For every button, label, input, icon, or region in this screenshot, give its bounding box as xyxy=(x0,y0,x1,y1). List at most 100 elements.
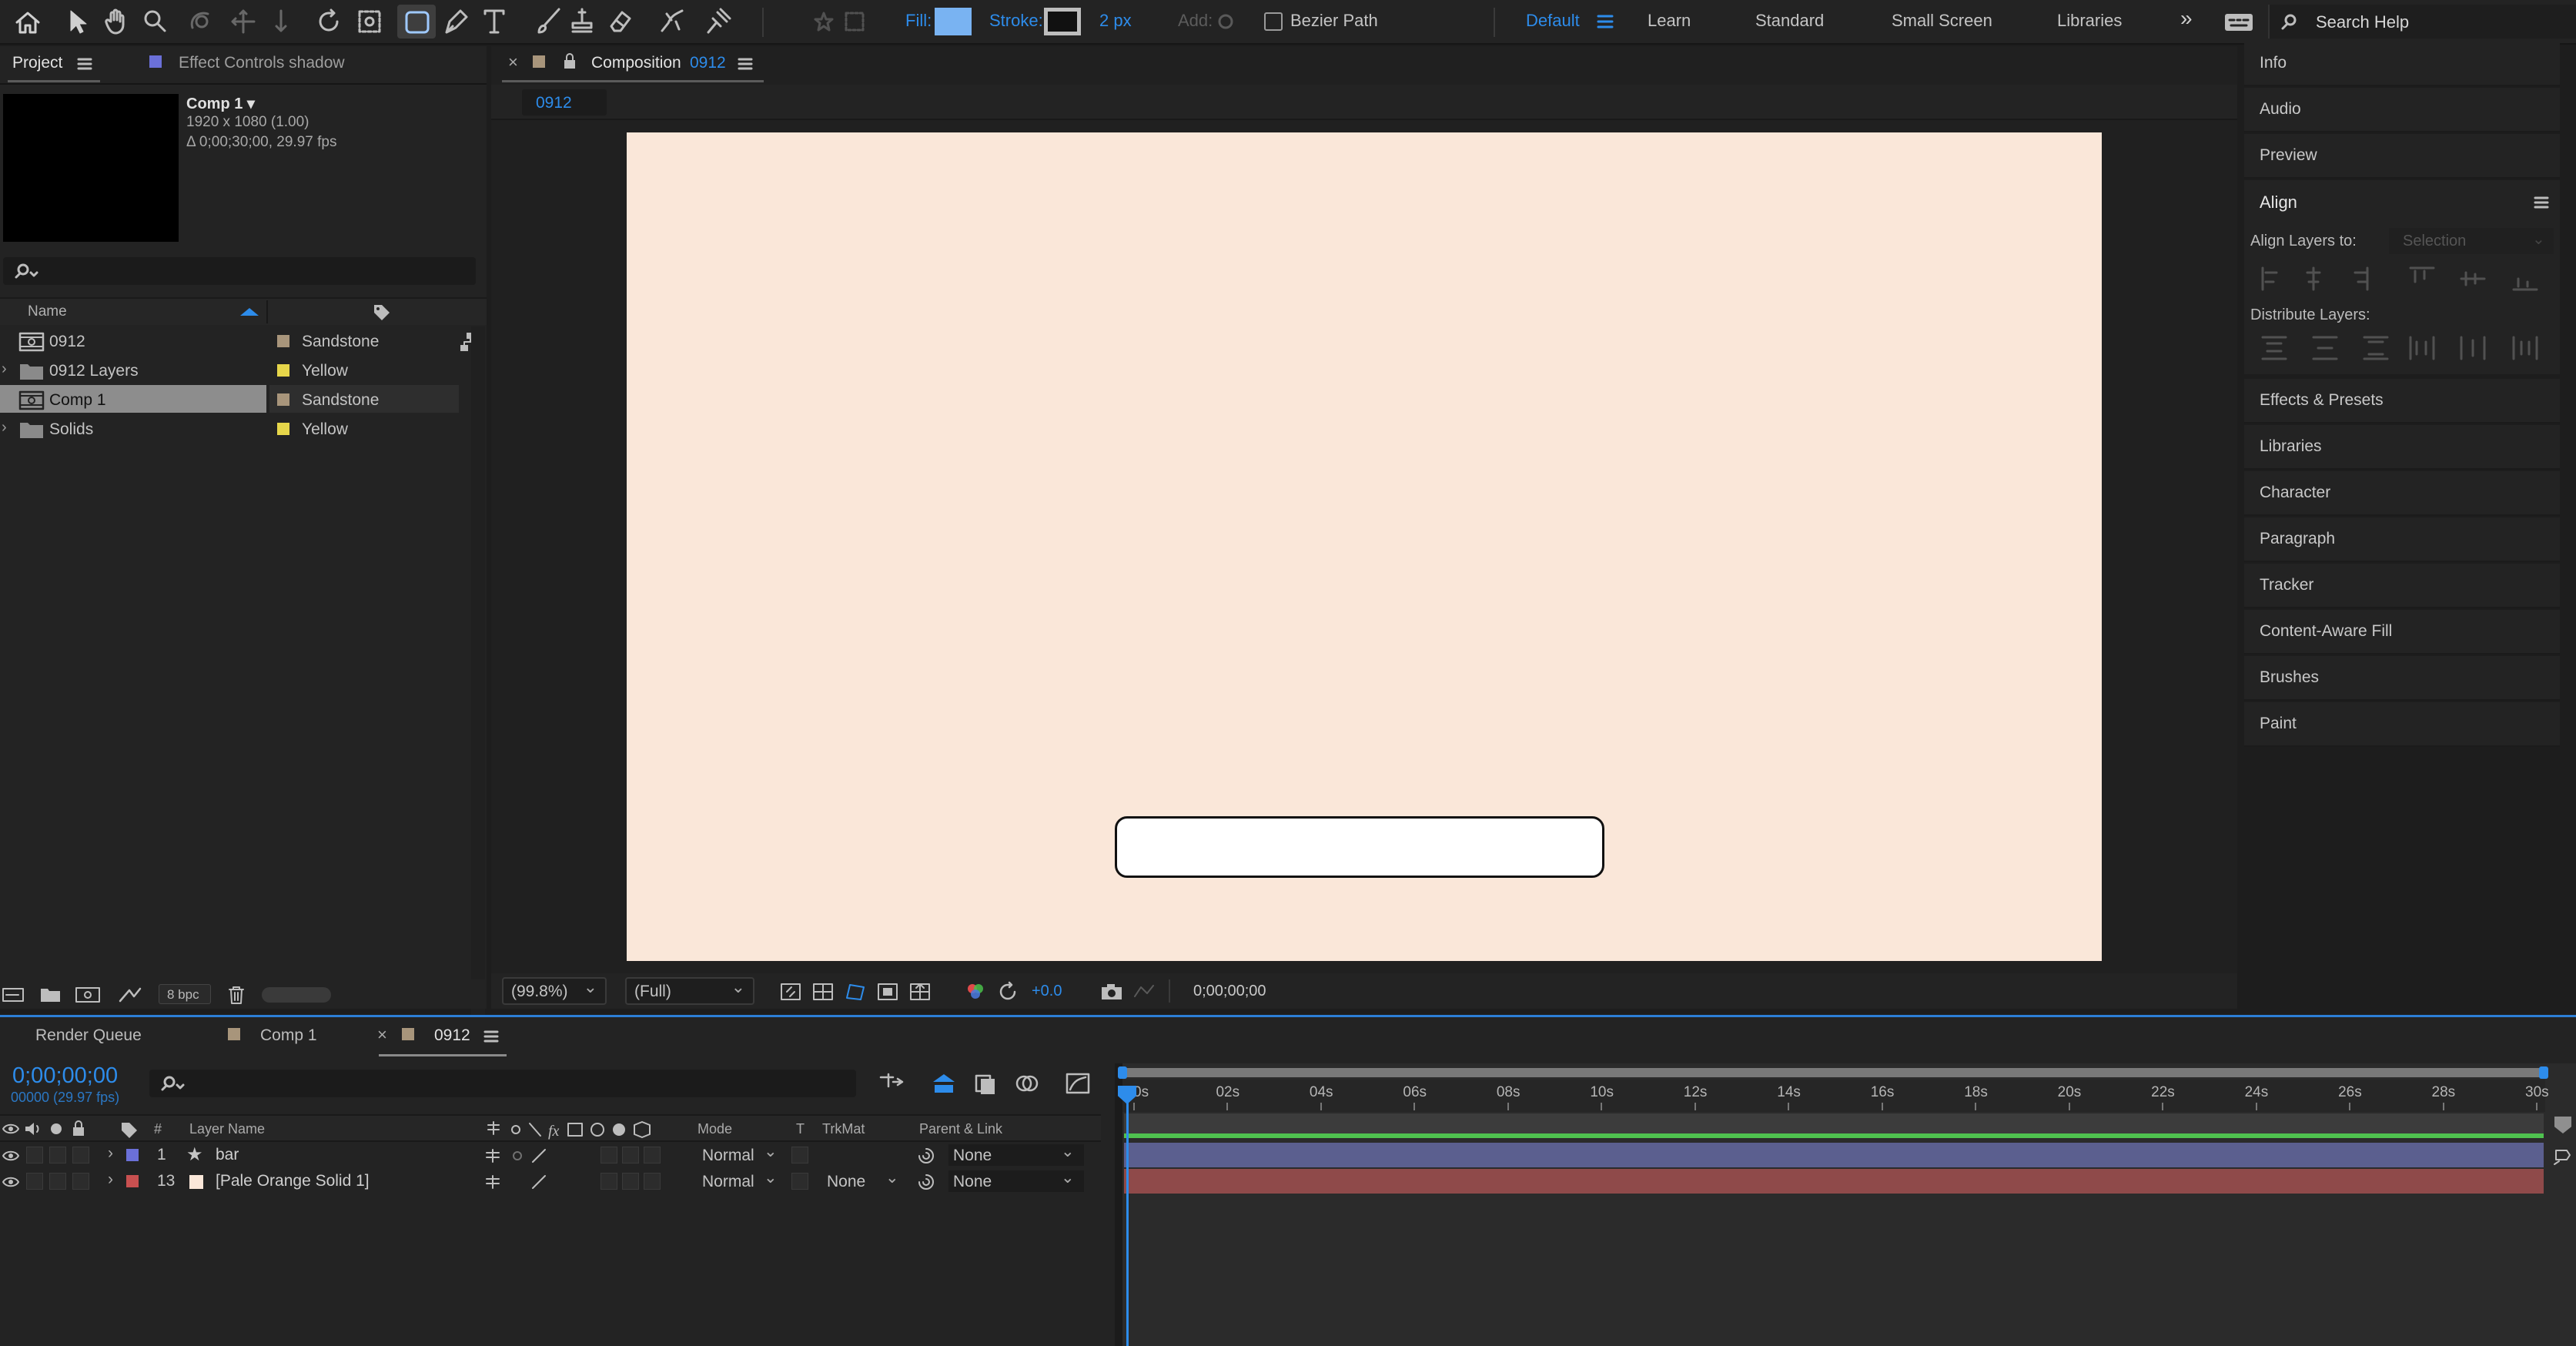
composition-panel-menu-icon[interactable] xyxy=(738,57,753,71)
puppet-pin-tool-icon[interactable] xyxy=(704,6,731,35)
composition-tab-prefix[interactable]: Composition xyxy=(591,54,681,72)
effect-switch[interactable] xyxy=(601,1173,617,1190)
workspace-small-screen[interactable]: Small Screen xyxy=(1892,11,1992,31)
column-layer-name-header[interactable]: Layer Name xyxy=(189,1121,265,1137)
video-eye-icon[interactable] xyxy=(2,1121,20,1137)
draft-3d-icon[interactable] xyxy=(930,1071,958,1096)
selection-tool-icon[interactable] xyxy=(66,8,89,35)
column-mode-header[interactable]: Mode xyxy=(698,1121,732,1137)
panel-content-aware-fill[interactable]: Content-Aware Fill xyxy=(2244,610,2560,655)
work-area-end-handle[interactable] xyxy=(2539,1066,2548,1079)
label-tag-icon[interactable] xyxy=(119,1120,140,1140)
project-panel-menu-icon[interactable] xyxy=(77,57,92,71)
fill-label[interactable]: Fill: xyxy=(905,11,932,31)
panel-preview[interactable]: Preview xyxy=(2244,134,2560,179)
breadcrumb-item[interactable]: 0912 xyxy=(522,89,607,116)
project-item-comp-1[interactable]: Comp 1 Sandstone xyxy=(0,385,485,414)
panel-audio[interactable]: Audio xyxy=(2244,88,2560,132)
expand-arrow-icon[interactable]: › xyxy=(108,1144,113,1163)
lock-toggle[interactable] xyxy=(72,1173,89,1190)
close-tab-icon[interactable]: × xyxy=(508,52,518,72)
eraser-tool-icon[interactable] xyxy=(607,6,634,35)
parent-link-dropdown[interactable]: None ⌄ xyxy=(948,1169,1084,1192)
mask-visibility-icon[interactable] xyxy=(844,981,867,1003)
bar-shape-layer[interactable] xyxy=(1115,816,1604,878)
distribute-buttons-row[interactable] xyxy=(2260,333,2552,363)
audio-toggle[interactable] xyxy=(26,1173,43,1190)
time-ruler[interactable] xyxy=(1122,1080,2545,1112)
transparency-grid-icon[interactable] xyxy=(811,981,835,1003)
stroke-label[interactable]: Stroke: xyxy=(989,11,1043,31)
preserve-transparency-toggle[interactable] xyxy=(791,1173,808,1190)
comp-marker-bin-icon[interactable] xyxy=(2551,1143,2574,1166)
tab-0912[interactable]: 0912 xyxy=(434,1026,470,1045)
pen-tool-icon[interactable] xyxy=(442,6,470,35)
column-parent-header[interactable]: Parent & Link xyxy=(919,1121,1002,1137)
project-search-input[interactable] xyxy=(3,257,476,285)
workspace-learn[interactable]: Learn xyxy=(1648,11,1691,31)
region-of-interest-icon[interactable] xyxy=(876,981,899,1003)
project-item-0912[interactable]: 0912 Sandstone xyxy=(0,326,485,356)
close-tab-icon[interactable]: × xyxy=(377,1025,387,1045)
work-area-bar[interactable] xyxy=(1118,1068,2547,1077)
project-item-0912-layers[interactable]: › 0912 Layers Yellow xyxy=(0,356,485,385)
frame-blending-icon[interactable] xyxy=(1013,1071,1041,1096)
label-tag-icon[interactable] xyxy=(371,302,393,322)
magnification-dropdown[interactable]: (99.8%) xyxy=(502,977,607,1005)
grid-guides-icon[interactable] xyxy=(908,981,932,1003)
timeline-current-time[interactable]: 0;00;00;00 xyxy=(12,1063,118,1089)
color-channels-icon[interactable] xyxy=(964,981,987,1003)
panel-info[interactable]: Info xyxy=(2244,42,2560,86)
panel-character[interactable]: Character xyxy=(2244,471,2560,516)
current-time-display[interactable]: 0;00;00;00 xyxy=(1193,983,1266,1000)
layer-label-swatch[interactable] xyxy=(126,1175,139,1187)
orbit-camera-icon[interactable] xyxy=(188,8,216,35)
column-trkmat-header[interactable]: TrkMat xyxy=(822,1121,865,1137)
quality-switch-icon[interactable] xyxy=(530,1173,548,1191)
work-area-start-handle[interactable] xyxy=(1118,1066,1127,1079)
solo-dot-icon[interactable] xyxy=(51,1123,62,1134)
expand-arrow-icon[interactable]: › xyxy=(2,360,7,378)
label-color-swatch[interactable] xyxy=(277,364,289,377)
collapse-switch-icon[interactable] xyxy=(508,1147,527,1165)
timeline-divider[interactable] xyxy=(1115,1063,1122,1346)
tab-comp-1[interactable]: Comp 1 xyxy=(260,1026,317,1045)
project-settings-icon[interactable] xyxy=(117,984,145,1006)
fast-previews-icon[interactable] xyxy=(779,981,802,1003)
stroke-width-value[interactable]: 2 px xyxy=(1099,11,1132,31)
composition-tab-name[interactable]: 0912 xyxy=(690,54,726,72)
quality-switch-icon[interactable] xyxy=(530,1147,548,1165)
layer-row-pale-orange-solid[interactable]: › 13 [Pale Orange Solid 1] Normal ⌄ None ⌄… xyxy=(0,1168,1112,1194)
project-preview-name[interactable]: Comp 1 ▾ xyxy=(186,94,255,113)
parent-link-dropdown[interactable]: None ⌄ xyxy=(948,1143,1084,1166)
tab-project[interactable]: Project xyxy=(12,54,62,72)
panel-effects-presets[interactable]: Effects & Presets xyxy=(2244,379,2560,424)
timeline-panel-menu-icon[interactable] xyxy=(483,1030,499,1043)
align-title[interactable]: Align xyxy=(2260,193,2297,213)
layer-bar-pale-orange-solid[interactable] xyxy=(1124,1169,2544,1194)
panel-paragraph[interactable]: Paragraph xyxy=(2244,517,2560,562)
clone-stamp-tool-icon[interactable] xyxy=(568,6,596,35)
label-color-swatch[interactable] xyxy=(277,393,289,406)
fill-color-swatch[interactable] xyxy=(935,8,972,35)
lock-icon[interactable] xyxy=(71,1120,86,1138)
expand-arrow-icon[interactable]: › xyxy=(108,1170,113,1189)
brush-tool-icon[interactable] xyxy=(534,6,562,35)
interpret-footage-icon[interactable] xyxy=(2,986,26,1004)
layer-mode-dropdown[interactable]: Normal ⌄ xyxy=(698,1143,781,1166)
adjustment-switch[interactable] xyxy=(644,1147,661,1164)
home-icon[interactable] xyxy=(14,9,42,35)
new-composition-icon[interactable] xyxy=(74,986,102,1004)
trkmat-dropdown[interactable]: None ⌄ xyxy=(822,1169,904,1192)
motion-blur-icon[interactable] xyxy=(1064,1071,1092,1096)
bezier-path-checkbox[interactable] xyxy=(1264,12,1283,31)
solo-toggle[interactable] xyxy=(49,1173,66,1190)
project-scrollbar[interactable] xyxy=(471,326,485,1020)
search-help-box[interactable]: Search Help xyxy=(2268,5,2576,39)
solo-toggle[interactable] xyxy=(49,1147,66,1164)
layer-name[interactable]: [Pale Orange Solid 1] xyxy=(216,1172,370,1190)
show-snapshot-icon[interactable] xyxy=(1132,981,1156,1003)
layer-mode-dropdown[interactable]: Normal ⌄ xyxy=(698,1169,781,1192)
panel-paint[interactable]: Paint xyxy=(2244,702,2560,747)
video-eye-icon[interactable] xyxy=(2,1148,20,1164)
